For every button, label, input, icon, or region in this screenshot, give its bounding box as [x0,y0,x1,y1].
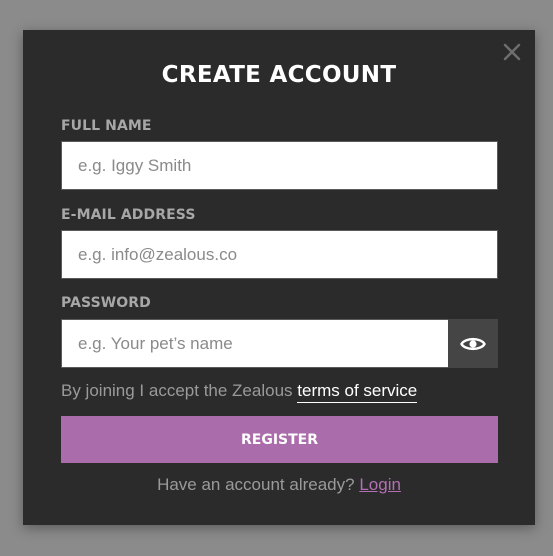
eye-icon [460,337,486,350]
email-input[interactable] [61,230,498,279]
register-button[interactable]: REGISTER [61,416,498,463]
login-prompt-row: Have an account already? Login [23,475,535,495]
full-name-label: FULL NAME [61,118,152,134]
terms-of-service-link[interactable]: terms of service [297,381,418,403]
close-button[interactable] [501,41,523,63]
terms-text: By joining I accept the Zealous terms of… [61,381,418,403]
password-label: PASSWORD [61,295,151,311]
login-prompt: Have an account already? [157,475,355,494]
login-link[interactable]: Login [359,475,401,494]
modal-title: CREATE ACCOUNT [161,62,397,88]
create-account-modal: CREATE ACCOUNT FULL NAME E-MAIL ADDRESS … [23,30,535,525]
password-input[interactable] [61,319,449,368]
email-label: E-MAIL ADDRESS [61,207,196,223]
close-icon [503,43,521,61]
full-name-input[interactable] [61,141,498,190]
show-password-button[interactable] [448,319,498,368]
terms-prefix: By joining I accept the Zealous [61,381,293,400]
